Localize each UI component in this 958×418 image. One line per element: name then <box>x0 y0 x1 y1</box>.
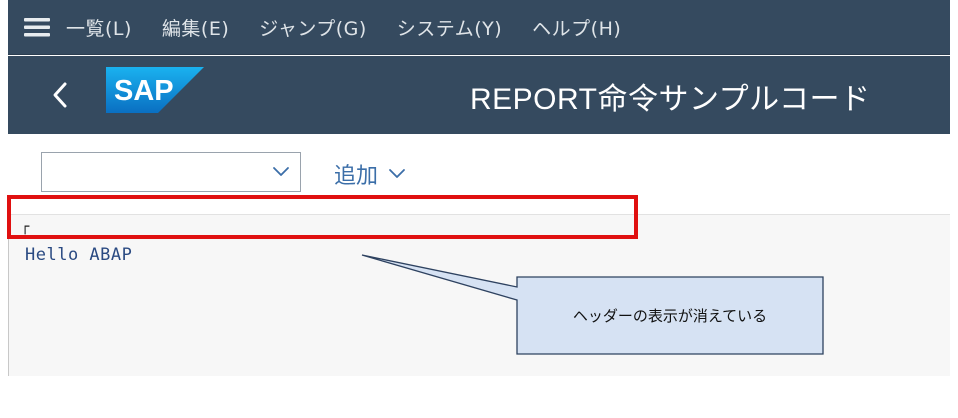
menu-bar: 一覧(L) 編集(E) ジャンプ(G) システム(Y) ヘルプ(H) <box>8 0 950 55</box>
menu-item-system[interactable]: システム(Y) <box>397 14 502 41</box>
sap-logo: SAP <box>106 67 204 113</box>
output-line: Hello ABAP <box>25 245 133 265</box>
menu-item-list[interactable]: 一覧(L) <box>66 14 132 41</box>
variant-select[interactable] <box>41 152 301 192</box>
highlight-box <box>7 195 638 239</box>
callout-text: ヘッダーの表示が消えている <box>572 307 768 325</box>
menu-item-edit[interactable]: 編集(E) <box>162 14 229 41</box>
title-bar: SAP REPORT命令サンプルコード <box>8 56 950 134</box>
back-button[interactable] <box>44 76 76 114</box>
chevron-down-icon <box>389 169 405 178</box>
chevron-left-icon <box>53 82 67 108</box>
menu-item-help[interactable]: ヘルプ(H) <box>532 14 621 41</box>
menu-item-jump[interactable]: ジャンプ(G) <box>259 14 367 41</box>
add-menu-label: 追加 <box>334 164 379 189</box>
chevron-down-icon <box>273 167 289 176</box>
add-menu-button[interactable]: 追加 <box>334 158 406 190</box>
page-title: REPORT命令サンプルコード <box>470 83 871 116</box>
logo-text: SAP <box>114 75 174 107</box>
hamburger-menu-icon[interactable] <box>8 0 66 55</box>
